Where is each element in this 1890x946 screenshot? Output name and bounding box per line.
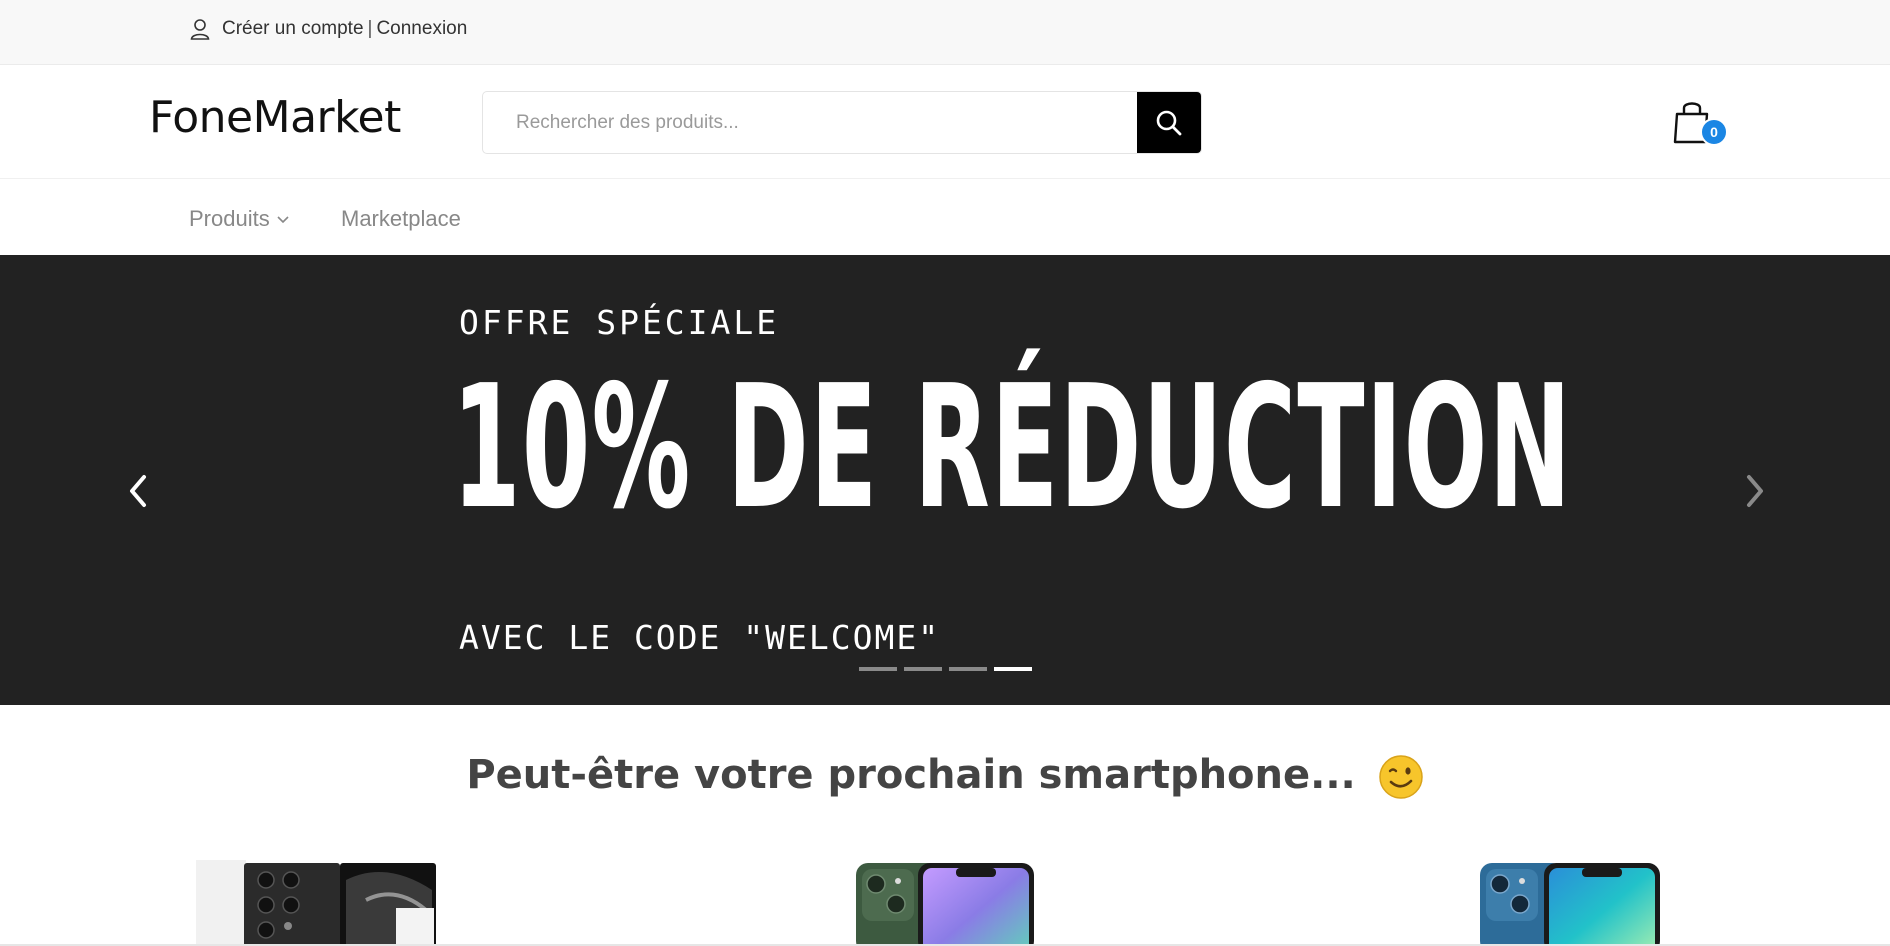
section-title-text: Peut-être votre prochain smartphone... bbox=[466, 752, 1356, 798]
cart-button[interactable]: 0 bbox=[1672, 98, 1728, 153]
product-carousel bbox=[0, 860, 1890, 946]
site-logo[interactable]: FoneMarket bbox=[149, 92, 401, 143]
section-title: Peut-être votre prochain smartphone... bbox=[0, 752, 1890, 800]
slider-prev-button[interactable] bbox=[118, 467, 158, 515]
slider-dot[interactable] bbox=[949, 667, 987, 671]
nav-item-produits[interactable]: Produits bbox=[189, 206, 290, 232]
create-account-link[interactable]: Créer un compte bbox=[222, 18, 364, 40]
slider-dot[interactable] bbox=[904, 667, 942, 671]
main-nav: Produits Marketplace bbox=[0, 180, 1890, 255]
nav-item-label: Produits bbox=[189, 206, 270, 231]
user-icon bbox=[190, 19, 210, 40]
product-image[interactable] bbox=[856, 860, 1036, 946]
search-icon bbox=[1156, 110, 1182, 135]
slider-dot[interactable] bbox=[859, 667, 897, 671]
chevron-right-icon bbox=[1747, 475, 1763, 507]
search-button[interactable] bbox=[1137, 92, 1201, 153]
promo-code-line: AVEC LE CODE "WELCOME" bbox=[459, 618, 941, 657]
search-input[interactable] bbox=[483, 92, 1139, 153]
chevron-down-icon bbox=[277, 216, 289, 224]
promo-headline: 10% DE RÉDUCTION bbox=[452, 349, 1573, 547]
search-bar bbox=[482, 91, 1202, 154]
top-bar: Créer un compte | Connexion bbox=[0, 0, 1890, 65]
account-links: Créer un compte | Connexion bbox=[190, 18, 467, 40]
chevron-left-icon bbox=[130, 475, 146, 507]
promo-eyebrow: OFFRE SPÉCIALE bbox=[459, 303, 780, 342]
product-image[interactable] bbox=[196, 860, 440, 946]
nav-item-label: Marketplace bbox=[341, 206, 461, 231]
slider-next-button[interactable] bbox=[1735, 467, 1775, 515]
site-header: FoneMarket 0 bbox=[0, 66, 1890, 179]
promo-slider: OFFRE SPÉCIALE 10% DE RÉDUCTION AVEC LE … bbox=[0, 255, 1890, 705]
slider-dot-active[interactable] bbox=[994, 667, 1032, 671]
login-link[interactable]: Connexion bbox=[376, 18, 467, 40]
product-image[interactable] bbox=[1480, 860, 1662, 946]
nav-item-marketplace[interactable]: Marketplace bbox=[341, 206, 461, 232]
wink-emoji-icon bbox=[1378, 755, 1423, 799]
slider-pagination bbox=[859, 667, 1032, 671]
cart-count-badge: 0 bbox=[1700, 118, 1728, 146]
account-separator: | bbox=[367, 18, 373, 39]
